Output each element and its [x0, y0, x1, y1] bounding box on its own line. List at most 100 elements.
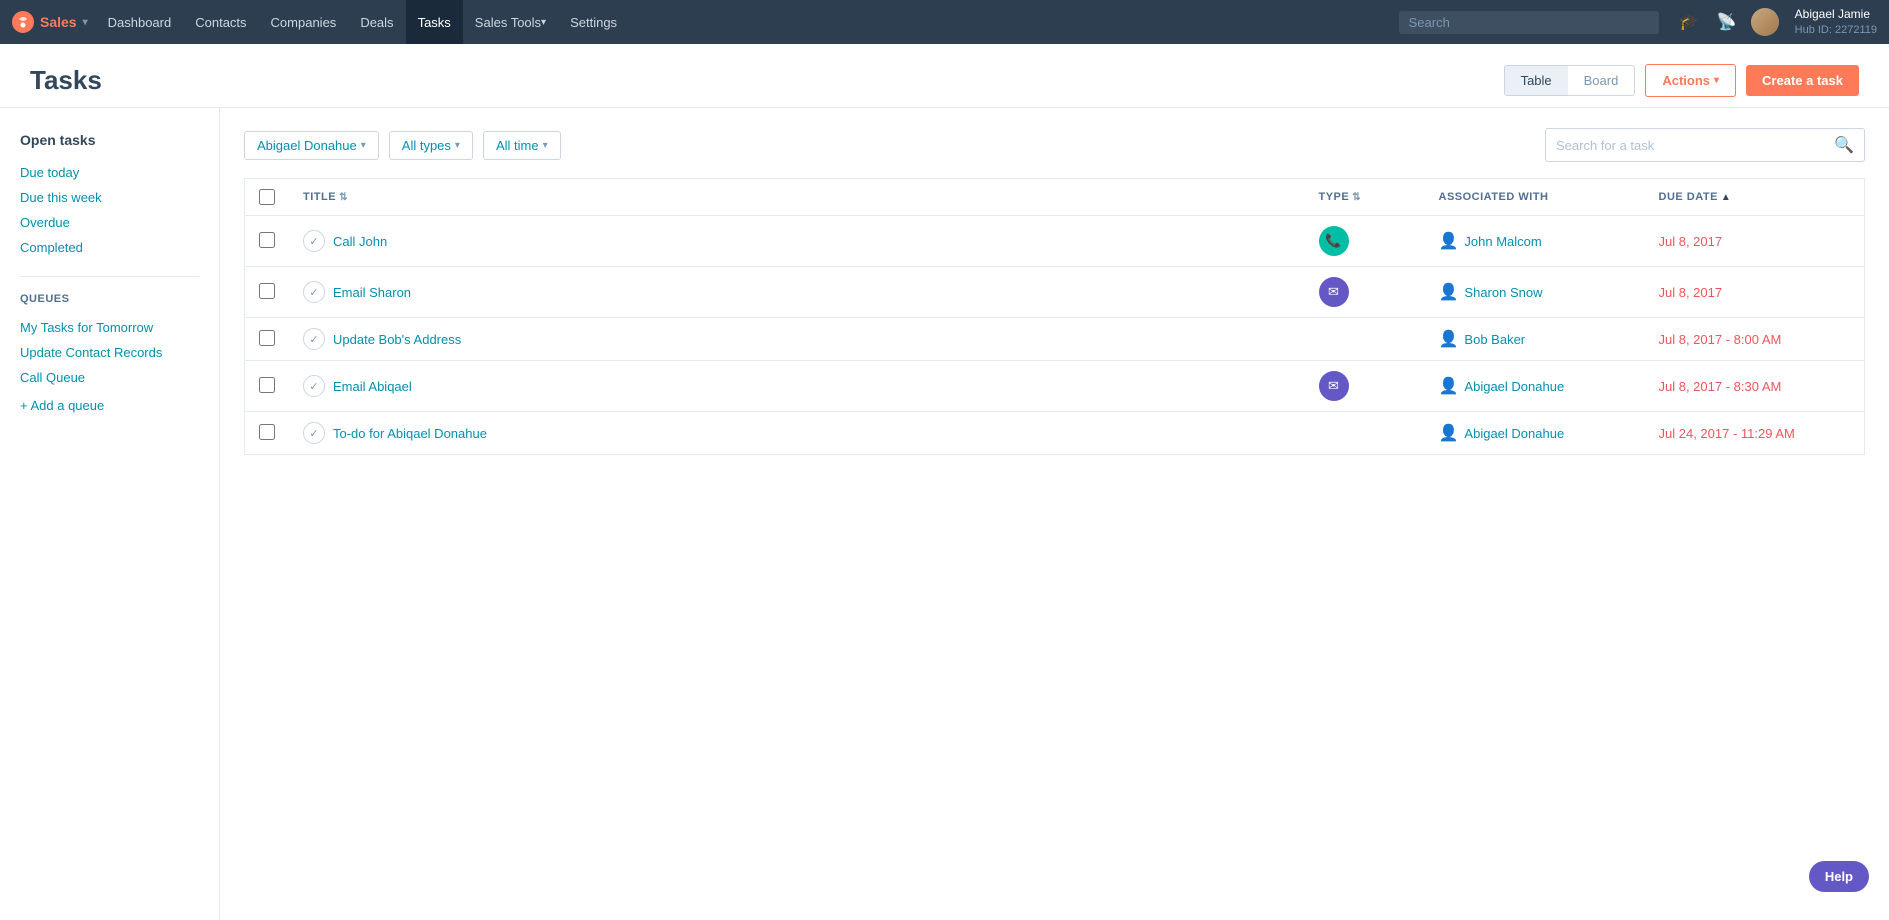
sidebar: Open tasks Due today Due this week Overd…	[0, 108, 220, 920]
search-icon[interactable]: 🔍	[1834, 135, 1854, 155]
complete-task-button[interactable]: ✓	[303, 281, 325, 303]
email-icon: ✉	[1319, 371, 1349, 401]
th-type: Type ⇅	[1305, 179, 1425, 216]
nav-tasks[interactable]: Tasks	[406, 0, 463, 44]
person-icon: 👤	[1439, 231, 1459, 251]
row-title-cell: ✓ Call John	[289, 216, 1305, 267]
sidebar-due-week[interactable]: Due this week	[20, 185, 199, 210]
associated-link[interactable]: Abigael Donahue	[1464, 426, 1564, 441]
complete-task-button[interactable]: ✓	[303, 230, 325, 252]
associated-link[interactable]: Abigael Donahue	[1464, 379, 1564, 394]
view-toggle: Table Board	[1504, 65, 1636, 96]
associated-link[interactable]: John Malcom	[1464, 234, 1541, 249]
row-checkbox[interactable]	[259, 232, 275, 248]
table-row: ✓ Email Abiqael ✉ 👤 Abigael Donahue Jul …	[245, 361, 1865, 412]
associated-link[interactable]: Bob Baker	[1464, 332, 1525, 347]
avatar[interactable]	[1751, 8, 1779, 36]
row-associated-cell: 👤 Bob Baker	[1425, 318, 1645, 361]
table-row: ✓ Call John 📞 👤 John Malcom Jul 8, 2017	[245, 216, 1865, 267]
nav-dashboard[interactable]: Dashboard	[96, 0, 184, 44]
view-board-button[interactable]: Board	[1568, 66, 1635, 95]
task-title-link[interactable]: Email Abiqael	[333, 379, 412, 394]
task-title-link[interactable]: Email Sharon	[333, 285, 411, 300]
task-title-link[interactable]: To-do for Abiqael Donahue	[333, 426, 487, 441]
sidebar-divider	[20, 276, 199, 277]
th-associated: Associated With	[1425, 179, 1645, 216]
sort-arrows-type: ⇅	[1352, 192, 1361, 203]
chevron-down-icon: ▾	[361, 140, 366, 151]
chevron-down-icon: ▾	[1714, 75, 1719, 86]
filter-assignee-label: Abigael Donahue	[257, 138, 357, 153]
filters-bar: Abigael Donahue ▾ All types ▾ All time ▾…	[244, 128, 1865, 162]
task-search-input[interactable]	[1556, 138, 1834, 153]
add-queue-button[interactable]: + Add a queue	[20, 398, 199, 413]
sidebar-due-today[interactable]: Due today	[20, 160, 199, 185]
help-button[interactable]: Help	[1809, 861, 1869, 892]
row-checkbox-cell	[245, 216, 290, 267]
top-navigation: Sales ▾ Dashboard Contacts Companies Dea…	[0, 0, 1889, 44]
nav-settings[interactable]: Settings	[558, 0, 629, 44]
queue-update-contact-records[interactable]: Update Contact Records	[20, 340, 199, 365]
complete-task-button[interactable]: ✓	[303, 422, 325, 444]
sidebar-completed[interactable]: Completed	[20, 235, 199, 260]
row-associated-cell: 👤 John Malcom	[1425, 216, 1645, 267]
row-associated-cell: 👤 Sharon Snow	[1425, 267, 1645, 318]
sort-type[interactable]: Type ⇅	[1319, 191, 1362, 203]
nav-icons: 🎓 📡 Abigael Jamie Hub ID: 2272119	[1675, 6, 1877, 38]
filter-time[interactable]: All time ▾	[483, 131, 561, 160]
queues-heading: Queues	[20, 293, 199, 305]
nav-search-input[interactable]	[1409, 15, 1649, 30]
row-checkbox[interactable]	[259, 283, 275, 299]
row-type-cell: ✉	[1305, 361, 1425, 412]
queue-call-queue[interactable]: Call Queue	[20, 365, 199, 390]
row-title-cell: ✓ Update Bob's Address	[289, 318, 1305, 361]
row-associated-cell: 👤 Abigael Donahue	[1425, 361, 1645, 412]
signal-icon[interactable]: 📡	[1713, 8, 1741, 36]
complete-task-button[interactable]: ✓	[303, 328, 325, 350]
row-associated-cell: 👤 Abigael Donahue	[1425, 412, 1645, 455]
actions-button[interactable]: Actions ▾	[1645, 64, 1736, 97]
associated-link[interactable]: Sharon Snow	[1464, 285, 1542, 300]
graduation-icon[interactable]: 🎓	[1675, 8, 1703, 36]
row-checkbox[interactable]	[259, 330, 275, 346]
complete-task-button[interactable]: ✓	[303, 375, 325, 397]
nav-deals[interactable]: Deals	[348, 0, 405, 44]
person-icon: 👤	[1439, 329, 1459, 349]
due-date-value: Jul 8, 2017 - 8:30 AM	[1659, 379, 1782, 394]
nav-contacts[interactable]: Contacts	[183, 0, 258, 44]
row-title-cell: ✓ To-do for Abiqael Donahue	[289, 412, 1305, 455]
row-checkbox-cell	[245, 361, 290, 412]
th-select-all	[245, 179, 290, 216]
task-title-link[interactable]: Call John	[333, 234, 387, 249]
create-task-button[interactable]: Create a task	[1746, 65, 1859, 96]
sort-arrow-up: ▲	[1721, 192, 1731, 203]
queue-my-tasks-tomorrow[interactable]: My Tasks for Tomorrow	[20, 315, 199, 340]
row-due-date-cell: Jul 24, 2017 - 11:29 AM	[1645, 412, 1865, 455]
sidebar-overdue[interactable]: Overdue	[20, 210, 199, 235]
person-icon: 👤	[1439, 423, 1459, 443]
filter-assignee[interactable]: Abigael Donahue ▾	[244, 131, 379, 160]
view-table-button[interactable]: Table	[1505, 66, 1568, 95]
row-due-date-cell: Jul 8, 2017	[1645, 216, 1865, 267]
sort-title[interactable]: Title ⇅	[303, 191, 348, 203]
email-icon: ✉	[1319, 277, 1349, 307]
col-type-label: Type	[1319, 191, 1350, 203]
th-due-date: Due Date ▲	[1645, 179, 1865, 216]
nav-brand[interactable]: Sales ▾	[12, 11, 88, 33]
sort-due-date[interactable]: Due Date ▲	[1659, 191, 1732, 203]
task-title-link[interactable]: Update Bob's Address	[333, 332, 461, 347]
row-type-cell	[1305, 318, 1425, 361]
nav-companies[interactable]: Companies	[259, 0, 349, 44]
row-checkbox[interactable]	[259, 424, 275, 440]
content-area: Abigael Donahue ▾ All types ▾ All time ▾…	[220, 108, 1889, 920]
row-title-cell: ✓ Email Abiqael	[289, 361, 1305, 412]
add-queue-label: + Add a queue	[20, 398, 104, 413]
page-header: Tasks Table Board Actions ▾ Create a tas…	[0, 44, 1889, 108]
select-all-checkbox[interactable]	[259, 189, 275, 205]
due-date-value: Jul 8, 2017	[1659, 234, 1723, 249]
table-row: ✓ To-do for Abiqael Donahue 👤 Abigael Do…	[245, 412, 1865, 455]
actions-label: Actions	[1662, 73, 1710, 88]
filter-type[interactable]: All types ▾	[389, 131, 473, 160]
row-checkbox[interactable]	[259, 377, 275, 393]
nav-sales-tools[interactable]: Sales Tools	[463, 0, 558, 44]
